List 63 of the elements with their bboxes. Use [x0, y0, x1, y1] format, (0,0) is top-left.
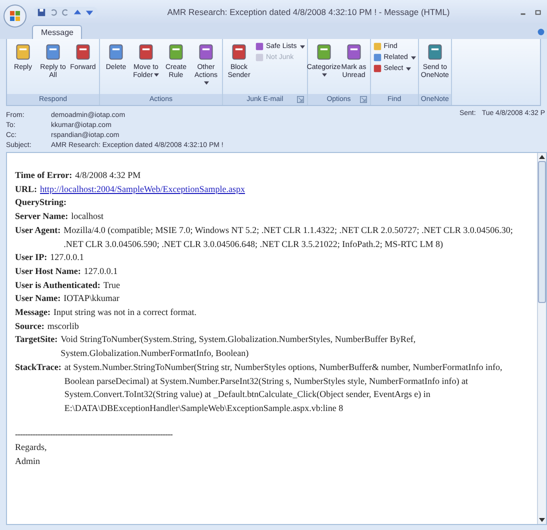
restore-icon[interactable] [534, 8, 543, 16]
document-icon [314, 42, 333, 62]
field-value: True [103, 278, 122, 292]
document-icon [137, 42, 155, 62]
closing-line: Admin [15, 455, 42, 468]
field-value: Void StringToNumber(System.String, System.Globalization.NumberStyles, NumberBuffer ByRef, System.Globalization.NumberFormatInfo, Boolean) [60, 333, 417, 360]
down-arrow-icon[interactable] [85, 8, 94, 16]
caret-icon [406, 66, 412, 70]
document-icon [14, 42, 32, 62]
document-icon [167, 42, 185, 62]
field-value: 4/8/2008 4:32 PM [75, 169, 142, 182]
field-value: Mozilla/4.0 (compatible; MSIE 7.0; Windows NT 5.2; .NET CLR 1.1.4322; .NET CLR 2.0.50727; .NET CLR 3.0.04506.30; .NET CLR 3.0.04506.590; .NET CLR 3.0.04506.648; .NET CLR 3.5.21022; InfoPath.2; MS-RTC LM 8) [64, 224, 514, 251]
field-label: User IP: [15, 251, 48, 264]
scroll-down-icon[interactable] [538, 516, 546, 524]
redo-icon[interactable] [61, 8, 70, 16]
document-icon [107, 42, 125, 62]
caret-icon [154, 73, 159, 78]
caret-icon [204, 81, 209, 86]
field-value: mscorlib [47, 320, 80, 333]
small-square-icon [255, 53, 264, 62]
field-value: 127.0.0.1 [84, 264, 119, 278]
up-arrow-icon[interactable] [73, 8, 82, 16]
dialog-launcher-icon[interactable] [360, 96, 367, 103]
field-label: Source: [15, 320, 44, 333]
field-label: StackTrace: [15, 360, 62, 374]
small-square-icon [372, 64, 382, 73]
field-value: 127.0.0.1 [50, 251, 85, 264]
field-label: User Name: [15, 292, 61, 306]
field-label: URL: [15, 182, 37, 196]
ribbon-tab[interactable]: Message [32, 25, 82, 39]
separator-line: --------------------------------------------------------------- [15, 428, 174, 441]
small-square-icon [372, 42, 382, 51]
caret-icon [322, 73, 327, 78]
field-label: User Agent: [15, 224, 61, 237]
field-value: at System.Number.StringToNumber(String str, NumberStyles options, NumberBuffer& number, NumberFormatInfo info, Boolean parseDecimal) at System.Number.ParseInt32(String s, NumberStyles style, NumberFormatInfo info) at System.Convert.ToInt32(String value) at _Default.btnCalculate_Click(Object sender, EventArgs e) in E:\DATA\DBExceptionHandler\SampleWeb\ExceptionSample.aspx.vb:line 8 [64, 360, 504, 415]
caret-icon [410, 56, 416, 60]
field-value: IOTAP\kkumar [64, 292, 120, 306]
field-label: QueryString: [15, 196, 66, 210]
undo-icon[interactable] [49, 8, 58, 16]
document-icon [197, 42, 215, 62]
document-icon [344, 42, 363, 62]
dialog-launcher-icon[interactable] [296, 96, 304, 103]
caret-icon [300, 44, 305, 48]
field-value: localhost [71, 210, 105, 224]
document-icon [44, 42, 62, 62]
field-label: TargetSite: [15, 333, 58, 346]
field-label: Message: [15, 306, 50, 320]
document-icon [230, 42, 248, 62]
field-label: Server Name: [15, 210, 68, 224]
field-label: User is Authenticated: [15, 278, 100, 292]
scroll-thumb[interactable] [538, 161, 546, 303]
field-label: User Host Name: [15, 264, 81, 278]
vertical-scrollbar[interactable] [537, 153, 546, 524]
small-square-icon [372, 53, 382, 62]
small-square-icon [255, 42, 264, 51]
document-icon [74, 42, 92, 62]
document-icon [426, 42, 444, 62]
url-link[interactable]: http://localhost:2004/SampleWeb/ExceptionSample.aspx [40, 182, 245, 196]
field-label: Time of Error: [15, 169, 72, 182]
closing-line: Regards, [15, 441, 48, 454]
save-icon[interactable] [37, 8, 46, 16]
field-value: Input string was not in a correct format. [54, 306, 198, 320]
window-title: AMR Research: Exception dated 4/8/2008 4:32:10 PM ! - Message (HTML) [166, 7, 451, 17]
